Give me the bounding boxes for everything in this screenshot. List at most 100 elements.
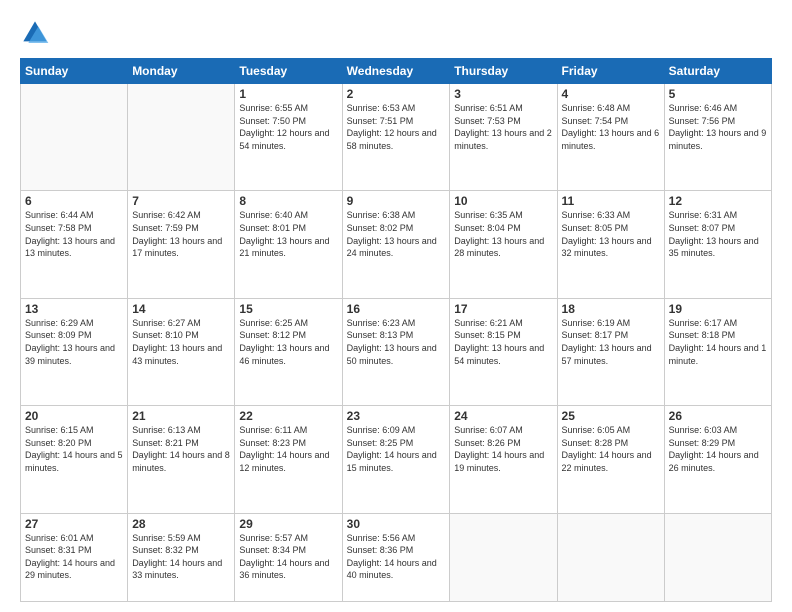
calendar-cell: 30Sunrise: 5:56 AM Sunset: 8:36 PM Dayli… [342,513,450,601]
day-detail: Sunrise: 6:05 AM Sunset: 8:28 PM Dayligh… [562,424,660,474]
calendar-week-0: 1Sunrise: 6:55 AM Sunset: 7:50 PM Daylig… [21,84,772,191]
day-detail: Sunrise: 6:13 AM Sunset: 8:21 PM Dayligh… [132,424,230,474]
day-detail: Sunrise: 6:53 AM Sunset: 7:51 PM Dayligh… [347,102,446,152]
day-detail: Sunrise: 6:17 AM Sunset: 8:18 PM Dayligh… [669,317,767,367]
calendar-header-row: SundayMondayTuesdayWednesdayThursdayFrid… [21,59,772,84]
day-detail: Sunrise: 6:07 AM Sunset: 8:26 PM Dayligh… [454,424,552,474]
day-number: 13 [25,302,123,316]
day-number: 20 [25,409,123,423]
calendar-cell: 24Sunrise: 6:07 AM Sunset: 8:26 PM Dayli… [450,406,557,513]
day-detail: Sunrise: 6:01 AM Sunset: 8:31 PM Dayligh… [25,532,123,582]
day-number: 24 [454,409,552,423]
day-detail: Sunrise: 6:46 AM Sunset: 7:56 PM Dayligh… [669,102,767,152]
day-number: 16 [347,302,446,316]
day-detail: Sunrise: 6:03 AM Sunset: 8:29 PM Dayligh… [669,424,767,474]
day-detail: Sunrise: 6:35 AM Sunset: 8:04 PM Dayligh… [454,209,552,259]
day-number: 21 [132,409,230,423]
day-number: 12 [669,194,767,208]
day-detail: Sunrise: 6:21 AM Sunset: 8:15 PM Dayligh… [454,317,552,367]
day-number: 10 [454,194,552,208]
day-detail: Sunrise: 6:33 AM Sunset: 8:05 PM Dayligh… [562,209,660,259]
calendar-week-2: 13Sunrise: 6:29 AM Sunset: 8:09 PM Dayli… [21,298,772,405]
day-number: 17 [454,302,552,316]
calendar-cell: 4Sunrise: 6:48 AM Sunset: 7:54 PM Daylig… [557,84,664,191]
calendar-cell [128,84,235,191]
calendar-cell: 23Sunrise: 6:09 AM Sunset: 8:25 PM Dayli… [342,406,450,513]
calendar-cell: 28Sunrise: 5:59 AM Sunset: 8:32 PM Dayli… [128,513,235,601]
day-detail: Sunrise: 6:09 AM Sunset: 8:25 PM Dayligh… [347,424,446,474]
day-number: 23 [347,409,446,423]
day-detail: Sunrise: 6:25 AM Sunset: 8:12 PM Dayligh… [239,317,337,367]
day-number: 18 [562,302,660,316]
day-number: 1 [239,87,337,101]
calendar-cell: 29Sunrise: 5:57 AM Sunset: 8:34 PM Dayli… [235,513,342,601]
day-number: 14 [132,302,230,316]
calendar-cell: 13Sunrise: 6:29 AM Sunset: 8:09 PM Dayli… [21,298,128,405]
calendar-header-saturday: Saturday [664,59,771,84]
day-number: 19 [669,302,767,316]
calendar-cell: 21Sunrise: 6:13 AM Sunset: 8:21 PM Dayli… [128,406,235,513]
day-detail: Sunrise: 6:55 AM Sunset: 7:50 PM Dayligh… [239,102,337,152]
day-detail: Sunrise: 6:44 AM Sunset: 7:58 PM Dayligh… [25,209,123,259]
calendar-week-4: 27Sunrise: 6:01 AM Sunset: 8:31 PM Dayli… [21,513,772,601]
day-number: 27 [25,517,123,531]
day-detail: Sunrise: 5:57 AM Sunset: 8:34 PM Dayligh… [239,532,337,582]
calendar-cell [450,513,557,601]
calendar-week-1: 6Sunrise: 6:44 AM Sunset: 7:58 PM Daylig… [21,191,772,298]
calendar-header-tuesday: Tuesday [235,59,342,84]
calendar-cell: 7Sunrise: 6:42 AM Sunset: 7:59 PM Daylig… [128,191,235,298]
calendar-cell [664,513,771,601]
day-number: 7 [132,194,230,208]
calendar: SundayMondayTuesdayWednesdayThursdayFrid… [20,58,772,602]
day-detail: Sunrise: 6:48 AM Sunset: 7:54 PM Dayligh… [562,102,660,152]
calendar-cell: 22Sunrise: 6:11 AM Sunset: 8:23 PM Dayli… [235,406,342,513]
day-number: 30 [347,517,446,531]
calendar-cell: 25Sunrise: 6:05 AM Sunset: 8:28 PM Dayli… [557,406,664,513]
calendar-cell: 26Sunrise: 6:03 AM Sunset: 8:29 PM Dayli… [664,406,771,513]
day-number: 26 [669,409,767,423]
day-detail: Sunrise: 6:15 AM Sunset: 8:20 PM Dayligh… [25,424,123,474]
day-number: 3 [454,87,552,101]
day-detail: Sunrise: 6:42 AM Sunset: 7:59 PM Dayligh… [132,209,230,259]
logo [20,18,54,48]
calendar-header-thursday: Thursday [450,59,557,84]
calendar-cell: 17Sunrise: 6:21 AM Sunset: 8:15 PM Dayli… [450,298,557,405]
day-detail: Sunrise: 6:29 AM Sunset: 8:09 PM Dayligh… [25,317,123,367]
header [20,18,772,48]
calendar-cell: 5Sunrise: 6:46 AM Sunset: 7:56 PM Daylig… [664,84,771,191]
page: SundayMondayTuesdayWednesdayThursdayFrid… [0,0,792,612]
calendar-cell: 10Sunrise: 6:35 AM Sunset: 8:04 PM Dayli… [450,191,557,298]
calendar-cell: 6Sunrise: 6:44 AM Sunset: 7:58 PM Daylig… [21,191,128,298]
day-number: 9 [347,194,446,208]
calendar-cell: 3Sunrise: 6:51 AM Sunset: 7:53 PM Daylig… [450,84,557,191]
calendar-cell: 2Sunrise: 6:53 AM Sunset: 7:51 PM Daylig… [342,84,450,191]
calendar-header-friday: Friday [557,59,664,84]
day-number: 29 [239,517,337,531]
calendar-header-wednesday: Wednesday [342,59,450,84]
day-number: 2 [347,87,446,101]
day-number: 28 [132,517,230,531]
calendar-cell [21,84,128,191]
day-detail: Sunrise: 6:51 AM Sunset: 7:53 PM Dayligh… [454,102,552,152]
calendar-cell: 8Sunrise: 6:40 AM Sunset: 8:01 PM Daylig… [235,191,342,298]
day-detail: Sunrise: 5:59 AM Sunset: 8:32 PM Dayligh… [132,532,230,582]
calendar-cell: 27Sunrise: 6:01 AM Sunset: 8:31 PM Dayli… [21,513,128,601]
calendar-header-sunday: Sunday [21,59,128,84]
calendar-cell: 15Sunrise: 6:25 AM Sunset: 8:12 PM Dayli… [235,298,342,405]
day-number: 5 [669,87,767,101]
calendar-cell: 11Sunrise: 6:33 AM Sunset: 8:05 PM Dayli… [557,191,664,298]
day-detail: Sunrise: 6:31 AM Sunset: 8:07 PM Dayligh… [669,209,767,259]
day-number: 22 [239,409,337,423]
calendar-cell: 1Sunrise: 6:55 AM Sunset: 7:50 PM Daylig… [235,84,342,191]
day-detail: Sunrise: 5:56 AM Sunset: 8:36 PM Dayligh… [347,532,446,582]
calendar-cell: 9Sunrise: 6:38 AM Sunset: 8:02 PM Daylig… [342,191,450,298]
calendar-cell: 20Sunrise: 6:15 AM Sunset: 8:20 PM Dayli… [21,406,128,513]
calendar-cell: 19Sunrise: 6:17 AM Sunset: 8:18 PM Dayli… [664,298,771,405]
day-number: 6 [25,194,123,208]
calendar-cell: 18Sunrise: 6:19 AM Sunset: 8:17 PM Dayli… [557,298,664,405]
logo-icon [20,18,50,48]
calendar-cell: 14Sunrise: 6:27 AM Sunset: 8:10 PM Dayli… [128,298,235,405]
calendar-cell: 12Sunrise: 6:31 AM Sunset: 8:07 PM Dayli… [664,191,771,298]
day-number: 4 [562,87,660,101]
day-detail: Sunrise: 6:40 AM Sunset: 8:01 PM Dayligh… [239,209,337,259]
